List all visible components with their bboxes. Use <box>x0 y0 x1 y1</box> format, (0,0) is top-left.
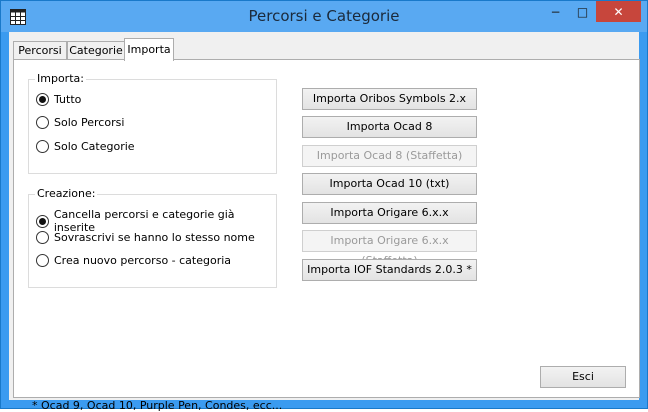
tab-importa[interactable]: Importa <box>124 38 174 61</box>
import-iof-button[interactable]: Importa IOF Standards 2.0.3 * <box>302 259 477 281</box>
radio-crea-nuovo[interactable]: Crea nuovo percorso - categoria <box>36 254 231 267</box>
radio-unselected-icon <box>36 231 49 244</box>
radio-label: Sovrascrivi se hanno lo stesso nome <box>54 231 255 244</box>
radio-unselected-icon <box>36 140 49 153</box>
importa-group-legend: Importa: <box>35 72 86 85</box>
radio-sovrascrivi[interactable]: Sovrascrivi se hanno lo stesso nome <box>36 231 255 244</box>
import-origare-staffetta-button[interactable]: Importa Origare 6.x.x (Staffetta) <box>302 230 477 267</box>
client-area: Percorsi Categorie Importa Importa: Tutt… <box>9 32 640 412</box>
creazione-group: Creazione: Cancella percorsi e categorie… <box>28 187 277 288</box>
footnote: * Ocad 9, Ocad 10, Purple Pen, Condes, e… <box>32 399 283 412</box>
tab-percorsi[interactable]: Percorsi <box>13 41 67 60</box>
import-ocad8-button[interactable]: Importa Ocad 8 <box>302 116 477 138</box>
importa-group: Importa: Tutto Solo Percorsi Solo Catego… <box>28 72 277 174</box>
radio-label: Solo Categorie <box>54 140 135 153</box>
import-origare-button[interactable]: Importa Origare 6.x.x <box>302 202 477 224</box>
radio-unselected-icon <box>36 116 49 129</box>
radio-selected-icon <box>36 214 49 228</box>
close-button[interactable]: ✕ <box>596 1 641 22</box>
creazione-group-legend: Creazione: <box>35 187 98 200</box>
minimize-icon: − <box>550 4 561 19</box>
minimize-button[interactable]: − <box>542 1 569 22</box>
radio-label: Tutto <box>54 93 82 106</box>
radio-selected-icon <box>36 93 49 106</box>
import-ocad10-button[interactable]: Importa Ocad 10 (txt) <box>302 173 477 195</box>
maximize-icon: □ <box>576 4 589 19</box>
exit-button[interactable]: Esci <box>540 366 626 388</box>
tab-categorie[interactable]: Categorie <box>67 41 125 60</box>
radio-unselected-icon <box>36 254 49 267</box>
title-bar[interactable]: Percorsi e Categorie − □ ✕ <box>1 1 647 32</box>
radio-label: Solo Percorsi <box>54 116 125 129</box>
radio-label: Crea nuovo percorso - categoria <box>54 254 232 267</box>
maximize-button[interactable]: □ <box>569 1 596 22</box>
radio-tutto[interactable]: Tutto <box>36 93 81 106</box>
close-icon: ✕ <box>613 4 624 19</box>
tab-page-importa: Importa: Tutto Solo Percorsi Solo Catego… <box>13 59 640 412</box>
import-ocad8-staffetta-button[interactable]: Importa Ocad 8 (Staffetta) <box>302 145 477 167</box>
import-oribos-button[interactable]: Importa Oribos Symbols 2.x <box>302 88 477 110</box>
radio-solo-percorsi[interactable]: Solo Percorsi <box>36 116 124 129</box>
main-window: Percorsi e Categorie − □ ✕ Percorsi Cate… <box>0 0 648 412</box>
radio-solo-categorie[interactable]: Solo Categorie <box>36 140 135 153</box>
